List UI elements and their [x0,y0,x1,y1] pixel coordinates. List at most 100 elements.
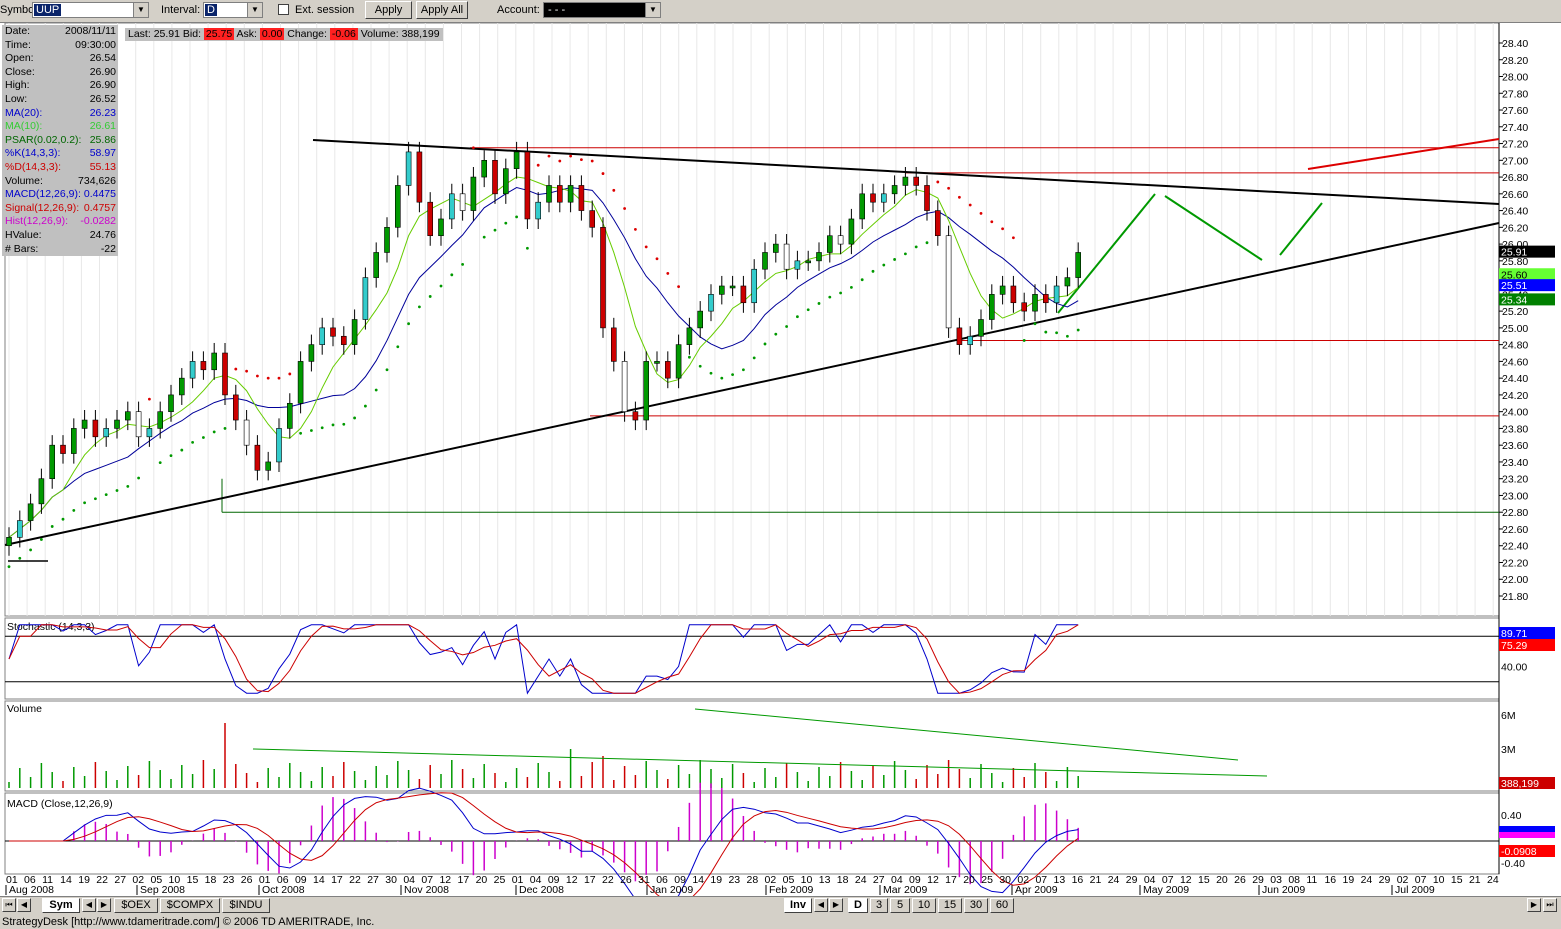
psar-dot [364,404,367,408]
candle [492,160,498,195]
date-tick-label: 22 [602,874,614,886]
volume-badge-label: 388,199 [1501,778,1539,790]
candle [416,151,423,203]
info-label: MACD(12,26,9): [5,188,81,201]
chart-area[interactable]: 28.40 28.20 28.00 27.80 27.60 27.40 27.20 27.00… [0,23,1561,896]
tab-interval-15[interactable]: 15 [938,898,962,913]
price-tick-label: 23.80 [1502,423,1528,435]
candle [319,327,326,345]
psar-dot [407,322,410,326]
psar-dot [590,159,594,163]
symbol-combo[interactable]: UUP ▼ [32,2,149,18]
tab-interval-10[interactable]: 10 [912,898,936,913]
first-page-icon[interactable]: ⏮ [2,898,16,912]
price-tick-label: 27.20 [1502,139,1528,151]
status-bar: StrategyDesk [http://www.tdameritrade.co… [0,915,1561,929]
chevron-down-icon[interactable]: ▼ [645,3,660,17]
price-tick-label: 23.00 [1502,490,1528,502]
stochastic-pane [4,617,1500,700]
info-row: # Bars: -22 [2,243,118,257]
info-label: HValue: [5,228,42,241]
tab-interval-D[interactable]: D [848,898,868,913]
info-value: 26.54 [89,52,116,65]
scroll-right-icon[interactable]: ▶ [97,898,111,912]
candle [27,503,34,521]
tab-interval-30[interactable]: 30 [964,898,988,913]
candle [438,218,444,237]
candle [330,327,336,337]
ask-value: 0.00 [259,28,285,40]
candle [718,285,725,295]
chevron-down-icon[interactable]: ▼ [247,3,262,17]
info-row: MA(20): 26.23 [2,107,118,121]
candle [924,185,930,211]
scroll-left-icon[interactable]: ◀ [17,898,31,912]
psar-dot [882,263,886,267]
tab-oex[interactable]: $OEX [114,898,158,913]
price-tick-label: 24.00 [1502,407,1528,419]
date-tick-label: 16 [1324,874,1336,886]
apply-all-button[interactable]: Apply All [416,1,468,19]
info-label: Open: [5,52,34,65]
scroll-left-icon[interactable]: ◀ [82,898,96,912]
psar-dot [137,476,141,480]
psar-dot [904,252,907,256]
price-tick-label: 23.60 [1502,440,1528,452]
psar-dot [310,429,313,432]
psar-dot [158,461,162,465]
date-tick-label: 17 [331,874,343,886]
account-label: Account: [497,4,540,16]
candle [610,327,617,362]
price-tick-label: 24.20 [1502,390,1528,402]
apply-button[interactable]: Apply [365,1,412,19]
chevron-down-icon[interactable]: ▼ [133,3,148,17]
info-label: Hist(12,26,9): [5,215,69,228]
interval-combo[interactable]: D ▼ [203,2,263,18]
psar-dot [720,376,724,380]
chart-canvas[interactable]: 28.40 28.20 28.00 27.80 27.60 27.40 27.20 27.00… [0,23,1561,896]
tab-interval-5[interactable]: 5 [890,898,910,913]
bottom-bar: ⏮ ◀ Sym ◀ ▶ $OEX $COMPX $INDU Inv ◀ ▶ D3… [0,896,1561,915]
last-page-icon[interactable]: ⏭ [1543,898,1557,912]
tab-compx[interactable]: $COMPX [160,898,220,913]
macd-badge [1499,826,1555,832]
info-row: Close: 26.90 [2,66,118,80]
ext-session-checkbox[interactable] [278,4,289,15]
date-tick-label: 24 [1108,874,1120,886]
tab-interval-3[interactable]: 3 [870,898,888,913]
price-tick-label: 24.60 [1502,356,1528,368]
scroll-right-icon[interactable]: ▶ [829,898,843,912]
candle [146,428,153,438]
tab-inv[interactable]: Inv [784,898,812,913]
candle [297,361,304,404]
candle [103,428,109,438]
tab-sym[interactable]: Sym [42,898,80,913]
candle [481,160,488,178]
date-tick-label: 17 [945,874,957,886]
info-value: -0.0282 [80,215,116,228]
account-combo[interactable]: - - - ▼ [543,2,661,18]
tab-indu[interactable]: $INDU [222,898,270,913]
bid-label: Bid: [182,28,201,40]
psar-dot [472,146,475,150]
info-value: -22 [100,242,116,255]
symbol-value: UUP [34,4,62,16]
info-label: MA(10): [5,120,43,133]
candle [880,193,887,203]
tab-interval-60[interactable]: 60 [990,898,1014,913]
info-row: Volume: 734,626 [2,175,118,189]
date-tick-label: 15 [1451,874,1463,886]
psar-dot [580,158,583,162]
price-tick-label: 26.60 [1502,189,1528,201]
psar-dot [774,332,778,336]
psar-dot [50,525,54,528]
candle [81,419,88,429]
scroll-left-icon[interactable]: ◀ [814,898,828,912]
price-badge-label: 25.91 [1501,247,1527,259]
date-tick-label: 11 [1306,874,1317,886]
date-tick-label: 19 [78,874,90,886]
candle [135,411,142,438]
last-value: 25.91 [153,28,180,40]
psar-dot [990,220,994,224]
scroll-right-icon[interactable]: ▶ [1527,898,1541,912]
